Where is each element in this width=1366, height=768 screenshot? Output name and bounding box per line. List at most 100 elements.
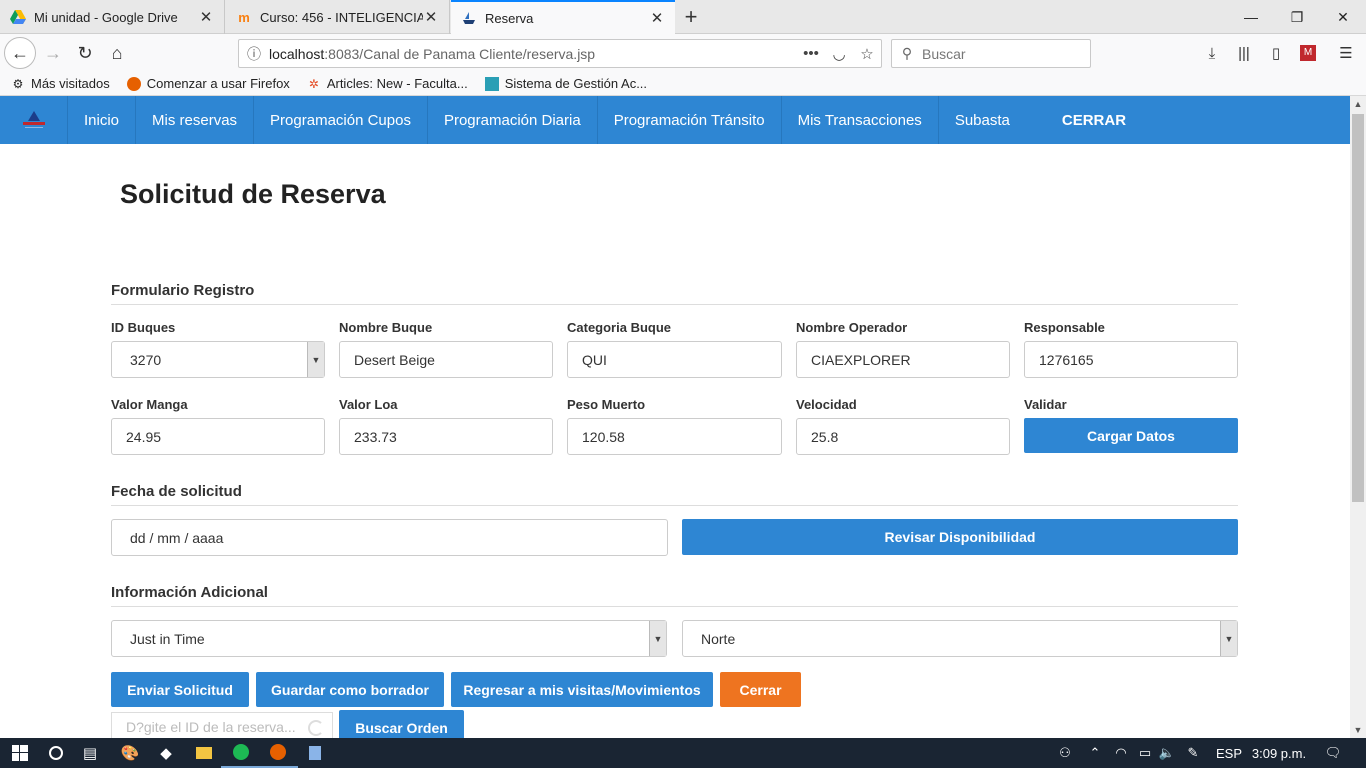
reserva-id-input[interactable]: D?gite el ID de la reserva... xyxy=(111,712,333,738)
firefox-taskbar-icon[interactable] xyxy=(258,738,298,768)
nav-mis-transacciones[interactable]: Mis Transacciones xyxy=(782,96,939,144)
bookmark-sistema[interactable]: Sistema de Gestión Ac... xyxy=(484,76,647,92)
tipo-select-value: Just in Time xyxy=(130,630,205,647)
windows-start-icon[interactable] xyxy=(0,738,40,768)
scroll-down-icon[interactable]: ▼ xyxy=(1350,722,1366,738)
cerrar-button[interactable]: Cerrar xyxy=(720,672,801,707)
action-center-icon[interactable]: 🗨 xyxy=(1320,738,1346,768)
git-icon[interactable]: ◆ xyxy=(146,738,186,768)
regresar-visitas-button[interactable]: Regresar a mis visitas/Movimientos xyxy=(451,672,713,707)
windows-taskbar: ▤ 🎨 ◆ ⚇ ⌃ ◠ ▭ 🔈 ✎ ESP 3:09 p.m. 🗨 xyxy=(0,738,1366,768)
page-actions-icon[interactable]: ••• xyxy=(797,45,825,62)
library-icon[interactable]: ||| xyxy=(1233,42,1255,64)
label-responsable: Responsable xyxy=(1024,320,1105,335)
reload-icon[interactable]: ↻ xyxy=(70,38,100,68)
categoria-buque-field[interactable]: QUI xyxy=(567,341,782,378)
bookmark-articles[interactable]: ✲ Articles: New - Faculta... xyxy=(306,76,468,92)
new-tab-icon[interactable]: + xyxy=(678,4,704,30)
battery-icon[interactable]: ▭ xyxy=(1134,738,1156,768)
menu-icon[interactable]: ☰ xyxy=(1335,42,1357,64)
tray-chevron-icon[interactable]: ⌃ xyxy=(1084,738,1106,768)
scroll-thumb[interactable] xyxy=(1352,114,1364,502)
nombre-operador-field[interactable]: CIAEXPLORER xyxy=(796,341,1010,378)
buscar-orden-button[interactable]: Buscar Orden xyxy=(339,710,464,738)
valor-manga-field[interactable]: 24.95 xyxy=(111,418,325,455)
info-icon[interactable]: ⓘ xyxy=(239,44,269,64)
responsable-field[interactable]: 1276165 xyxy=(1024,341,1238,378)
chevron-down-icon[interactable]: ▼ xyxy=(649,621,666,656)
nav-inicio[interactable]: Inicio xyxy=(68,96,137,144)
gear-icon: ⚙ xyxy=(12,76,24,91)
enviar-solicitud-button[interactable]: Enviar Solicitud xyxy=(111,672,249,707)
label-validar: Validar xyxy=(1024,397,1067,412)
bookmarks-toolbar: ⚙ Más visitados Comenzar a usar Firefox … xyxy=(0,72,1366,96)
clock[interactable]: 3:09 p.m. xyxy=(1250,738,1308,768)
close-tab-icon[interactable]: ✕ xyxy=(198,9,214,26)
navigation-toolbar: ← → ↻ ⌂ ⓘ localhost:8083/Canal de Panama… xyxy=(0,34,1366,72)
chevron-down-icon[interactable]: ▼ xyxy=(307,342,324,377)
label-valor-loa: Valor Loa xyxy=(339,397,398,412)
label-nombre-operador: Nombre Operador xyxy=(796,320,908,335)
sidebar-icon[interactable]: ▯ xyxy=(1265,42,1287,64)
pen-icon[interactable]: ✎ xyxy=(1182,738,1204,768)
close-tab-icon[interactable]: ✕ xyxy=(649,10,665,27)
task-view-icon[interactable]: ▤ xyxy=(70,738,110,768)
nombre-buque-field[interactable]: Desert Beige xyxy=(339,341,553,378)
paint-icon[interactable]: 🎨 xyxy=(110,738,150,768)
nav-cerrar[interactable]: CERRAR xyxy=(1026,96,1142,144)
minimize-icon[interactable]: — xyxy=(1228,0,1274,34)
nav-programacion-diaria[interactable]: Programación Diaria xyxy=(428,96,598,144)
url-text[interactable]: localhost:8083/Canal de Panama Cliente/r… xyxy=(269,46,797,62)
people-icon[interactable]: ⚇ xyxy=(1054,738,1076,768)
wifi-icon[interactable]: ◠ xyxy=(1110,738,1132,768)
forward-icon[interactable]: → xyxy=(38,38,68,68)
back-icon[interactable]: ← xyxy=(4,37,36,69)
id-buques-select[interactable]: 3270 ▼ xyxy=(111,341,325,378)
direccion-select[interactable]: Norte ▼ xyxy=(682,620,1238,657)
valor-loa-field[interactable]: 233.73 xyxy=(339,418,553,455)
chevron-down-icon[interactable]: ▼ xyxy=(1220,621,1237,656)
canal-logo[interactable] xyxy=(0,96,68,144)
tab-curso[interactable]: m Curso: 456 - INTELIGENCIA ART ✕ xyxy=(226,0,450,34)
virtualbox-icon[interactable] xyxy=(295,738,335,768)
file-explorer-icon[interactable] xyxy=(184,738,224,768)
label-id-buques: ID Buques xyxy=(111,320,176,335)
nav-programacion-cupos[interactable]: Programación Cupos xyxy=(254,96,428,144)
bookmark-mas-visitados[interactable]: ⚙ Más visitados xyxy=(10,76,110,92)
home-icon[interactable]: ⌂ xyxy=(102,38,132,68)
scroll-up-icon[interactable]: ▲ xyxy=(1350,96,1366,112)
tab-google-drive[interactable]: Mi unidad - Google Drive ✕ xyxy=(0,0,225,34)
pocket-icon[interactable]: ◡ xyxy=(825,45,853,63)
spotify-icon[interactable] xyxy=(221,738,261,768)
close-tab-icon[interactable]: ✕ xyxy=(423,9,439,26)
tab-label: Mi unidad - Google Drive xyxy=(34,9,178,25)
cargar-datos-button[interactable]: Cargar Datos xyxy=(1024,418,1238,453)
revisar-disponibilidad-button[interactable]: Revisar Disponibilidad xyxy=(682,519,1238,555)
academic-icon xyxy=(484,76,500,92)
bookmark-firefox[interactable]: Comenzar a usar Firefox xyxy=(126,76,290,92)
id-buques-value: 3270 xyxy=(130,351,162,368)
extension-icon[interactable]: M xyxy=(1297,42,1319,64)
nav-subasta[interactable]: Subasta xyxy=(939,96,1026,144)
tab-reserva[interactable]: Reserva ✕ xyxy=(451,0,675,34)
url-bar[interactable]: ⓘ localhost:8083/Canal de Panama Cliente… xyxy=(238,39,882,68)
download-icon[interactable]: ⤓ xyxy=(1201,42,1223,64)
joomla-icon: ✲ xyxy=(308,76,319,91)
close-window-icon[interactable]: ✕ xyxy=(1320,0,1366,34)
fecha-solicitud-input[interactable]: dd / mm / aaaa xyxy=(111,519,668,556)
restore-icon[interactable]: ❐ xyxy=(1274,0,1320,34)
velocidad-field[interactable]: 25.8 xyxy=(796,418,1010,455)
page-scrollbar[interactable]: ▲ ▼ xyxy=(1350,96,1366,738)
volume-icon[interactable]: 🔈 xyxy=(1156,738,1178,768)
guardar-borrador-button[interactable]: Guardar como borrador xyxy=(256,672,444,707)
bookmark-star-icon[interactable]: ☆ xyxy=(853,45,881,63)
search-input[interactable]: ⚲ Buscar xyxy=(891,39,1091,68)
nav-mis-reservas[interactable]: Mis reservas xyxy=(136,96,255,144)
language-indicator[interactable]: ESP xyxy=(1212,738,1246,768)
google-drive-icon xyxy=(10,9,26,25)
spinner-icon xyxy=(308,720,324,736)
nav-programacion-transito[interactable]: Programación Tránsito xyxy=(598,96,782,144)
tab-bar: Mi unidad - Google Drive ✕ m Curso: 456 … xyxy=(0,0,1366,34)
tipo-select[interactable]: Just in Time ▼ xyxy=(111,620,667,657)
peso-muerto-field[interactable]: 120.58 xyxy=(567,418,782,455)
